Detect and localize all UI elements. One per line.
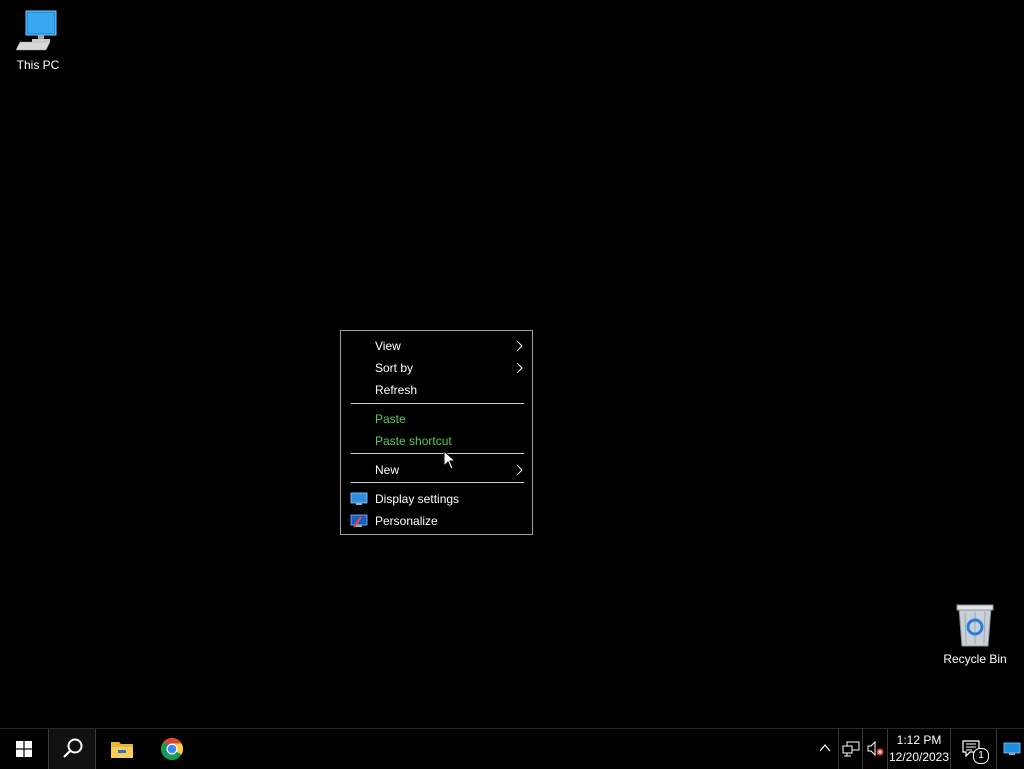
menu-item-label: Personalize [375, 514, 438, 528]
volume-muted-icon [867, 741, 884, 757]
computer-icon [15, 10, 57, 51]
menu-item-label: Paste [375, 412, 406, 426]
taskbar: 1:12 PM 12/20/2023 1 [0, 728, 1024, 769]
chrome-icon [161, 738, 183, 760]
monitor-icon [1003, 742, 1021, 755]
menu-separator [351, 453, 524, 454]
menu-item-view[interactable]: View [341, 335, 534, 357]
start-button[interactable] [0, 729, 48, 769]
clock-date: 12/20/2023 [888, 750, 950, 764]
search-button[interactable] [48, 729, 96, 769]
menu-item-label: Sort by [375, 361, 414, 375]
desktop-icon-label: This PC [16, 58, 60, 72]
show-hidden-icons-button[interactable] [814, 729, 836, 769]
notification-count: 1 [978, 750, 984, 761]
desktop-icon-label: Recycle Bin [943, 652, 1007, 666]
menu-item-paste[interactable]: Paste [341, 408, 534, 430]
volume-tray-button[interactable] [862, 729, 887, 769]
mouse-cursor-icon [443, 450, 457, 470]
menu-item-label: View [375, 339, 401, 353]
menu-item-label: Display settings [375, 492, 460, 506]
notification-count-badge: 1 [973, 748, 989, 764]
file-explorer-button[interactable] [100, 729, 144, 769]
menu-item-refresh[interactable]: Refresh [341, 379, 534, 401]
menu-item-sort-by[interactable]: Sort by [341, 357, 534, 379]
menu-item-paste-shortcut[interactable]: Paste shortcut [341, 430, 534, 452]
search-icon [63, 738, 83, 758]
chevron-right-icon [516, 465, 523, 475]
display-settings-icon [350, 492, 368, 505]
windows-logo-icon [16, 741, 32, 757]
menu-item-label: Paste shortcut [375, 434, 452, 448]
menu-item-display-settings[interactable]: Display settings [341, 488, 534, 510]
personalize-icon [350, 514, 368, 528]
clock-time: 1:12 PM [896, 733, 942, 747]
folder-icon [111, 742, 133, 758]
show-desktop-button[interactable] [996, 729, 1024, 769]
menu-item-new[interactable]: New [341, 459, 534, 481]
recycle-bin-icon [956, 604, 994, 647]
chrome-button[interactable] [150, 729, 194, 769]
desktop-icon-this-pc[interactable]: This PC [0, 8, 76, 72]
chevron-right-icon [516, 363, 523, 373]
menu-item-label: Refresh [375, 383, 418, 397]
menu-item-personalize[interactable]: Personalize [341, 510, 534, 532]
network-icon [842, 741, 860, 757]
menu-separator [351, 403, 524, 404]
clock-button[interactable]: 1:12 PM 12/20/2023 [887, 729, 951, 769]
network-tray-button[interactable] [838, 729, 863, 769]
action-center-button[interactable]: 1 [955, 729, 991, 769]
chevron-up-icon [819, 744, 831, 752]
menu-item-label: New [375, 463, 400, 477]
menu-separator [351, 482, 524, 483]
chevron-right-icon [516, 341, 523, 351]
desktop-context-menu: View Sort by Refresh Paste Paste shortcu… [340, 330, 533, 535]
desktop[interactable]: This PC Recycle Bin View Sort by Refresh… [0, 0, 1024, 728]
desktop-icon-recycle-bin[interactable]: Recycle Bin [937, 602, 1013, 666]
